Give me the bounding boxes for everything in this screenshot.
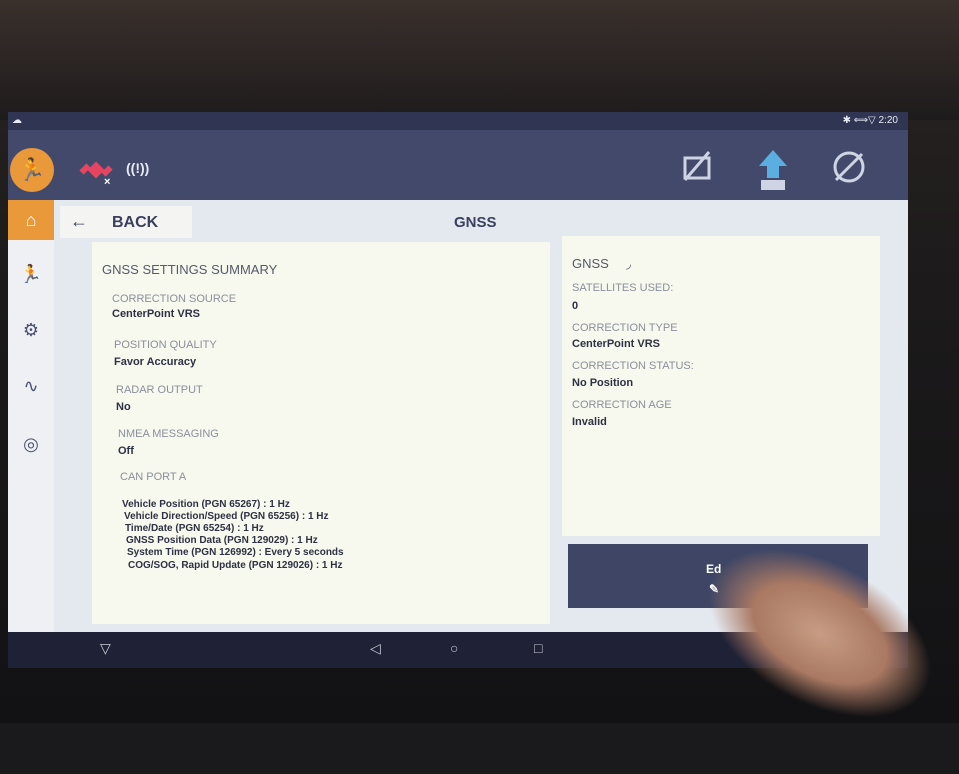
- can-message: System Time (PGN 126992) : Every 5 secon…: [127, 547, 344, 558]
- can-message: GNSS Position Data (PGN 129029) : 1 Hz: [126, 535, 318, 546]
- position-quality-label: POSITION QUALITY: [114, 339, 217, 351]
- pulse-icon: ∿: [23, 376, 39, 396]
- device-bezel: [0, 0, 959, 120]
- vehicle-upload-icon[interactable]: [752, 148, 794, 190]
- sidebar: ⌂ 🏃 ⚙ ∿ ◎: [8, 200, 54, 632]
- correction-status-value: No Position: [572, 377, 634, 389]
- cloud-warning-icon: ☁: [12, 115, 22, 126]
- top-bar: 🏃 × ((!)): [8, 130, 908, 200]
- status-bar: ☁ ✱ ⟺▽ 2:20: [8, 112, 908, 130]
- correction-source-label: CORRECTION SOURCE: [112, 293, 237, 305]
- runner-icon: 🏃: [19, 264, 43, 284]
- back-button[interactable]: ← BACK: [60, 206, 192, 238]
- correction-age-value: Invalid: [572, 416, 607, 428]
- can-message: Vehicle Position (PGN 65267) : 1 Hz: [122, 499, 290, 510]
- sidebar-item-settings[interactable]: ⚙: [8, 310, 54, 350]
- nav-back-icon[interactable]: ◁: [370, 640, 381, 657]
- correction-type-value: CenterPoint VRS: [572, 338, 661, 350]
- can-message: Vehicle Direction/Speed (PGN 65256) : 1 …: [124, 511, 329, 522]
- device-frame: ☁ ✱ ⟺▽ 2:20 🏃 × ((!)) ⌂ 🏃 ⚙ ∿ ◎ ← BACK G…: [0, 0, 959, 774]
- nav-recents-icon[interactable]: □: [534, 640, 542, 656]
- sidebar-item-utilities[interactable]: ◎: [8, 424, 54, 464]
- utility-icon: ◎: [23, 434, 39, 454]
- summary-title: GNSS SETTINGS SUMMARY: [102, 262, 278, 277]
- gear-icon: ⚙: [22, 320, 40, 340]
- page-title: GNSS: [454, 214, 497, 231]
- brand-logo-icon[interactable]: ▽: [100, 640, 111, 657]
- sidebar-item-home[interactable]: ⌂: [8, 200, 54, 240]
- gnss-status-panel: GNSS ◞ SATELLITES USED: 0 CORRECTION TYP…: [562, 236, 880, 536]
- position-quality-value: Favor Accuracy: [114, 356, 197, 368]
- can-message: COG/SOG, Rapid Update (PGN 129026) : 1 H…: [128, 560, 343, 571]
- correction-source-value: CenterPoint VRS: [112, 308, 201, 320]
- status-bar-right: ✱ ⟺▽ 2:20: [842, 115, 898, 126]
- settings-summary-panel: GNSS SETTINGS SUMMARY CORRECTION SOURCE …: [92, 242, 550, 624]
- sidebar-item-diagnostics[interactable]: ∿: [8, 366, 54, 406]
- arrow-left-icon: ←: [70, 211, 88, 231]
- correction-age-label: CORRECTION AGE: [572, 399, 672, 411]
- correction-type-label: CORRECTION TYPE: [572, 322, 678, 334]
- nmea-messaging-value: Off: [118, 445, 134, 457]
- field-boundary-icon[interactable]: [676, 148, 718, 190]
- sidebar-item-run[interactable]: 🏃: [8, 254, 54, 294]
- loading-spinner-icon: ◞: [626, 256, 632, 271]
- satellites-used-value: 0: [572, 300, 579, 312]
- nmea-messaging-label: NMEA MESSAGING: [118, 428, 219, 440]
- no-steer-icon[interactable]: [828, 148, 870, 190]
- can-message: Time/Date (PGN 65254) : 1 Hz: [125, 523, 264, 534]
- radar-output-label: RADAR OUTPUT: [116, 384, 203, 396]
- nav-home-icon[interactable]: ○: [450, 640, 458, 656]
- signal-status-icon[interactable]: ((!)): [126, 160, 149, 176]
- correction-status-label: CORRECTION STATUS:: [572, 360, 694, 372]
- satellites-used-label: SATELLITES USED:: [572, 282, 674, 294]
- back-label: BACK: [112, 214, 159, 231]
- run-screen-button[interactable]: 🏃: [10, 148, 54, 192]
- home-icon: ⌂: [25, 210, 37, 230]
- runner-icon: 🏃: [18, 157, 46, 182]
- radar-output-value: No: [116, 401, 131, 413]
- status-title: GNSS: [572, 256, 609, 271]
- satellite-error-icon: ×: [104, 176, 111, 188]
- can-port-label: CAN PORT A: [120, 471, 187, 483]
